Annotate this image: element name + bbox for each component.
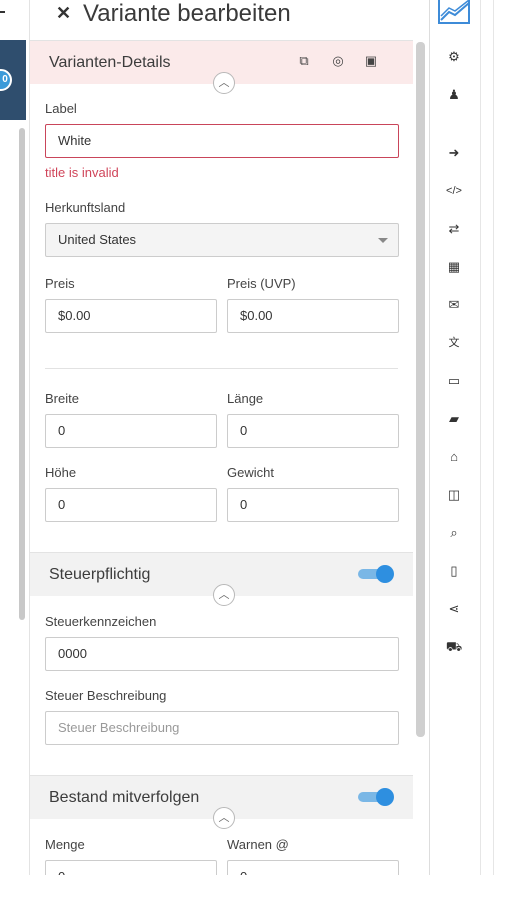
columns-icon[interactable]: ◫: [445, 486, 463, 504]
tax-description-input[interactable]: Steuer Beschreibung: [45, 711, 399, 745]
inventory-toggle[interactable]: [358, 787, 394, 807]
toggle-knob: [376, 788, 394, 806]
weight-label: Gewicht: [227, 465, 274, 480]
price-label: Preis: [45, 276, 75, 291]
search-icon[interactable]: ⌕: [445, 524, 463, 542]
background-scrollbar[interactable]: [19, 128, 25, 620]
section-title: Steuerpflichtig: [49, 566, 151, 583]
divider: [45, 368, 398, 369]
country-select-value: United States: [58, 232, 137, 247]
section-inventory-header: Bestand mitverfolgen ︿: [30, 775, 413, 829]
height-input[interactable]: 0: [45, 488, 217, 522]
label-field-label: Label: [45, 101, 77, 116]
chevron-down-icon: [378, 238, 388, 243]
length-label: Länge: [227, 391, 264, 406]
envelope-icon[interactable]: ✉: [445, 296, 463, 314]
toggle-knob: [376, 565, 394, 583]
translate-icon[interactable]: 文: [445, 334, 463, 352]
duplicate-icon[interactable]: ⧉: [296, 53, 312, 69]
close-icon[interactable]: ✕: [56, 3, 71, 24]
mobile-icon[interactable]: ▯: [445, 562, 463, 580]
bank-icon[interactable]: ⌂: [445, 448, 463, 466]
msrp-label: Preis (UVP): [227, 276, 296, 291]
collapse-chevron-up-icon[interactable]: ︿: [213, 807, 235, 829]
country-select[interactable]: United States: [45, 223, 399, 257]
section-taxable-header: Steuerpflichtig ︿: [30, 552, 413, 606]
height-label: Höhe: [45, 465, 77, 480]
credit-card-icon[interactable]: ▭: [445, 372, 463, 390]
background-dash: [0, 11, 5, 13]
panel-header: ✕ Variante bearbeiten: [30, 0, 429, 38]
quantity-input[interactable]: 0: [45, 860, 217, 875]
warn-input[interactable]: 0: [227, 860, 399, 875]
width-label: Breite: [45, 391, 79, 406]
width-input[interactable]: 0: [45, 414, 217, 448]
section-variant-details-header: Varianten-Details ⧉ ◎ ▣ ︿: [30, 40, 413, 94]
taxable-toggle[interactable]: [358, 564, 394, 584]
dashboard-logo-icon[interactable]: [438, 0, 470, 24]
panel-title: Variante bearbeiten: [83, 0, 291, 27]
users-icon[interactable]: ♟: [445, 86, 463, 104]
gear-icon[interactable]: ⚙: [445, 48, 463, 66]
collapse-chevron-up-icon[interactable]: ︿: [213, 72, 235, 94]
section-title: Varianten-Details: [49, 54, 171, 71]
truck-icon[interactable]: ⛟: [445, 638, 463, 656]
share-icon[interactable]: ⋖: [445, 600, 463, 618]
section-title: Bestand mitverfolgen: [49, 789, 200, 806]
outer-border: [493, 0, 494, 875]
tax-description-label: Steuer Beschreibung: [45, 688, 167, 703]
grid-icon[interactable]: ▦: [445, 258, 463, 276]
eye-slash-icon[interactable]: ◎: [330, 53, 346, 69]
panel-scrollbar[interactable]: [416, 42, 425, 737]
price-input[interactable]: $0.00: [45, 299, 217, 333]
msrp-input[interactable]: $0.00: [227, 299, 399, 333]
book-icon[interactable]: ▰: [445, 410, 463, 428]
collapse-chevron-up-icon[interactable]: ︿: [213, 584, 235, 606]
edit-variant-panel: ✕ Variante bearbeiten Varianten-Details …: [30, 0, 430, 875]
weight-input[interactable]: 0: [227, 488, 399, 522]
label-error-message: title is invalid: [45, 165, 119, 180]
quantity-label: Menge: [45, 837, 85, 852]
sign-in-icon[interactable]: ➜: [445, 144, 463, 162]
code-icon[interactable]: </>: [445, 182, 463, 200]
country-label: Herkunftsland: [45, 200, 126, 215]
tax-code-label: Steuerkennzeichen: [45, 614, 157, 629]
right-icon-rail: ⚙ ♟ ➜ </> ⇄ ▦ ✉ 文 ▭ ▰ ⌂ ◫ ⌕ ▯ ⋖ ⛟: [431, 0, 481, 875]
archive-icon[interactable]: ▣: [363, 53, 379, 69]
length-input[interactable]: 0: [227, 414, 399, 448]
tax-code-input[interactable]: 0000: [45, 637, 399, 671]
exchange-icon[interactable]: ⇄: [445, 220, 463, 238]
label-input[interactable]: White: [45, 124, 399, 158]
warn-label: Warnen @: [227, 837, 289, 852]
background-app-strip: 0: [0, 0, 30, 875]
